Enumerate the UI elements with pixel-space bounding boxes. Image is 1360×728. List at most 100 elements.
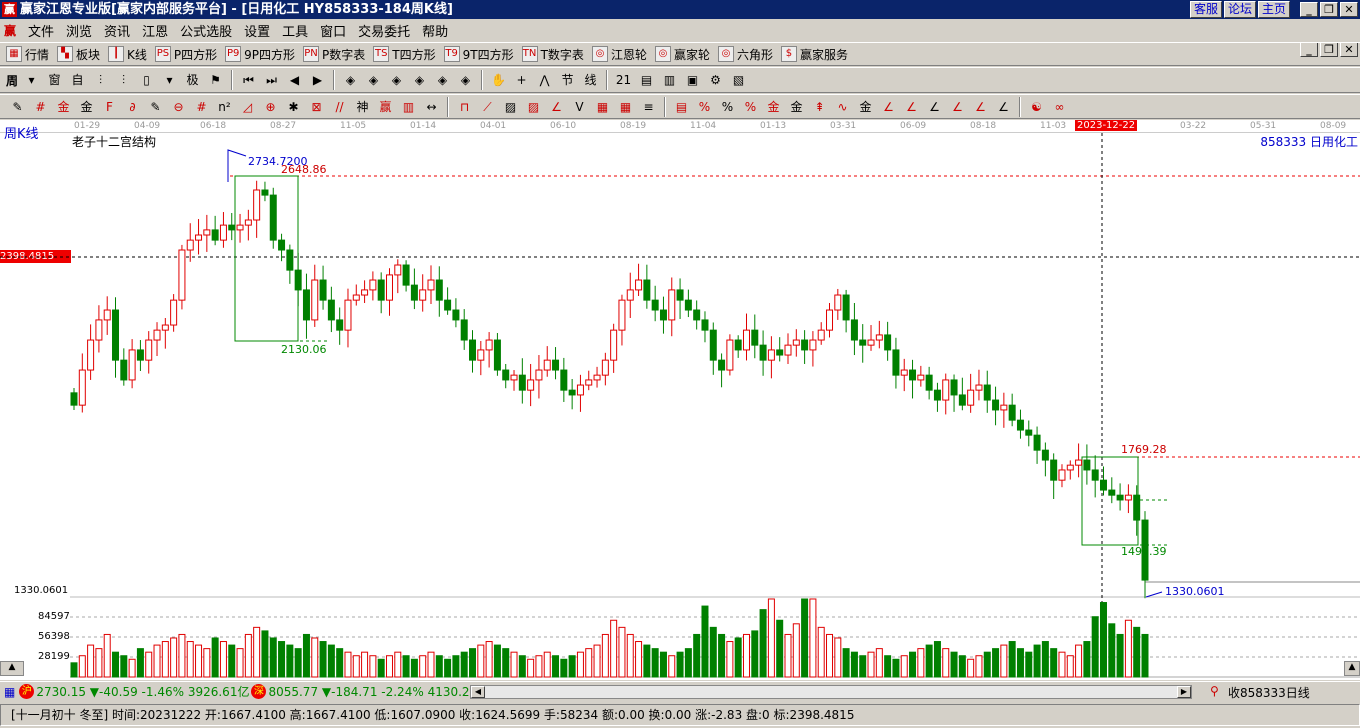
kline-chart[interactable]: 01-29 04-09 06-18 08-27 11-05 01-14 04-01 06-10… — [0, 120, 1360, 680]
yinyang-icon[interactable]: ☯ — [1028, 98, 1046, 116]
f-angle-icon[interactable]: ∠ — [903, 98, 921, 116]
table-icon[interactable]: ▤ — [673, 98, 691, 116]
toolbar-button-5[interactable]: PN P数字表 — [303, 46, 365, 63]
toolbar-button-12[interactable]: $ 赢家服务 — [780, 46, 848, 63]
target-icon[interactable]: ⊕ — [262, 98, 280, 116]
save-icon[interactable]: ▣ — [684, 71, 702, 89]
toolbar-button-3[interactable]: PS P四方形 — [154, 46, 217, 63]
lines-icon[interactable]: // — [331, 98, 349, 116]
print-icon[interactable]: ▧ — [730, 71, 748, 89]
diamond-left-icon[interactable]: ◈ — [342, 71, 360, 89]
arrow-fan-icon[interactable]: ⇞ — [811, 98, 829, 116]
chart-type-icon[interactable]: ▾ — [23, 71, 41, 89]
menu-window[interactable]: 窗口 — [314, 21, 352, 40]
gold-circle-icon[interactable]: 金 — [765, 98, 783, 116]
expand-up-button[interactable]: ▲ — [0, 661, 24, 676]
toolbar-button-10[interactable]: ◎ 赢家轮 — [654, 46, 710, 63]
wave-icon[interactable]: 线 — [582, 71, 600, 89]
gann-fan-icon[interactable]: ▨ — [525, 98, 543, 116]
period-select[interactable]: 周 — [6, 72, 18, 89]
toolbar-button-4[interactable]: P9 9P四方形 — [225, 46, 295, 63]
link-service[interactable]: 客服 — [1189, 1, 1222, 18]
weight-icon[interactable]: 窗 — [46, 71, 64, 89]
star-icon[interactable]: ✱ — [285, 98, 303, 116]
menu-settings[interactable]: 设置 — [238, 21, 276, 40]
diamond-right-icon[interactable]: ◈ — [365, 71, 383, 89]
diamond-star-icon[interactable]: ◈ — [434, 71, 452, 89]
parallel-icon[interactable]: # — [193, 98, 211, 116]
hash-icon[interactable]: # — [32, 98, 50, 116]
percent-line-icon[interactable]: % — [696, 98, 714, 116]
calculator-icon[interactable]: ▤ — [638, 71, 656, 89]
ying-angle-icon[interactable]: ∠ — [972, 98, 990, 116]
shen-angle-icon[interactable]: ∠ — [949, 98, 967, 116]
flag-icon[interactable]: ⚑ — [207, 71, 225, 89]
percent-lines-icon[interactable]: % — [742, 98, 760, 116]
toolbar-button-2[interactable]: ┃ K线 — [108, 46, 147, 63]
angle-icon[interactable]: ∠ — [548, 98, 566, 116]
ying-icon[interactable]: 赢 — [377, 98, 395, 116]
measure-icon[interactable]: ↔ — [423, 98, 441, 116]
diamond-expand-icon[interactable]: ◈ — [388, 71, 406, 89]
toolbar-button-8[interactable]: TN T数字表 — [521, 46, 584, 63]
notes-icon[interactable]: ▥ — [661, 71, 679, 89]
drop-icon[interactable]: ▾ — [161, 71, 179, 89]
stop-icon[interactable]: 极 — [184, 71, 202, 89]
gann-box-icon[interactable]: ▨ — [502, 98, 520, 116]
gold1-icon[interactable]: 金 — [55, 98, 73, 116]
section-icon[interactable]: 节 — [559, 71, 577, 89]
menu-news[interactable]: 资讯 — [98, 21, 136, 40]
calendar-icon[interactable]: 21 — [615, 71, 633, 89]
menu-gann[interactable]: 江恩 — [136, 21, 174, 40]
horizontal-scrollbar[interactable]: ◀ ▶ — [470, 685, 1192, 699]
bars9-icon[interactable]: ⫶ — [115, 71, 133, 89]
sz-index-badge[interactable]: 深 — [251, 684, 267, 699]
infinity-icon[interactable]: ∞ — [1051, 98, 1069, 116]
collapse-button[interactable]: ▲ — [1344, 661, 1360, 676]
candle-type-icon[interactable]: ▯ — [138, 71, 156, 89]
zigzag-icon[interactable]: ⋀ — [536, 71, 554, 89]
right-icon[interactable]: ▶ — [309, 71, 327, 89]
gold-lines-icon[interactable]: 金 — [788, 98, 806, 116]
left-icon[interactable]: ◀ — [286, 71, 304, 89]
fib-icon[interactable]: F — [101, 98, 119, 116]
circle-icon[interactable]: ⊖ — [170, 98, 188, 116]
toolbar-button-6[interactable]: TS T四方形 — [373, 46, 436, 63]
shen-icon[interactable]: 神 — [354, 98, 372, 116]
toolbar-button-0[interactable]: ▦ 行情 — [6, 46, 49, 63]
menu-browse[interactable]: 浏览 — [60, 21, 98, 40]
v-icon[interactable]: V — [571, 98, 589, 116]
grid3-icon[interactable]: ▦ — [617, 98, 635, 116]
box-icon[interactable]: ⊓ — [456, 98, 474, 116]
restore-button[interactable]: ❐ — [1320, 2, 1338, 17]
link-forum[interactable]: 论坛 — [1223, 1, 1256, 18]
link-home[interactable]: 主页 — [1257, 1, 1290, 18]
ray-fan-icon[interactable]: ⟋ — [479, 98, 497, 116]
last-icon[interactable]: ⏭ — [263, 71, 281, 89]
gold-bar-icon[interactable]: 金 — [857, 98, 875, 116]
toolbar-button-7[interactable]: T9 9T四方形 — [443, 46, 514, 63]
toolbar-button-9[interactable]: ◎ 江恩轮 — [591, 46, 647, 63]
find-icon[interactable]: ⚙ — [707, 71, 725, 89]
menu-file[interactable]: 文件 — [22, 21, 60, 40]
quote-list-icon[interactable]: ▦ — [4, 685, 15, 699]
square-icon[interactable]: ⊠ — [308, 98, 326, 116]
diamond-shrink-icon[interactable]: ◈ — [411, 71, 429, 89]
menu-help[interactable]: 帮助 — [416, 21, 454, 40]
scroll-right-button[interactable]: ▶ — [1177, 686, 1191, 698]
fan-icon[interactable]: ✎ — [147, 98, 165, 116]
pen-icon[interactable]: ✎ — [9, 98, 27, 116]
toolbar-button-1[interactable]: ▚ 板块 — [57, 46, 100, 63]
toolbar-button-11[interactable]: ◎ 六角形 — [717, 46, 773, 63]
slash-icon[interactable]: ≡ — [640, 98, 658, 116]
sh-index-badge[interactable]: 沪 — [19, 684, 35, 699]
close-button[interactable]: ✕ — [1340, 2, 1358, 17]
bars3-icon[interactable]: ⫶ — [92, 71, 110, 89]
triangle-icon[interactable]: ◿ — [239, 98, 257, 116]
n2-icon[interactable]: n² — [216, 98, 234, 116]
menu-trade[interactable]: 交易委托 — [352, 21, 416, 40]
menu-formula[interactable]: 公式选股 — [174, 21, 238, 40]
gold-angle-icon[interactable]: ∠ — [926, 98, 944, 116]
gold2-icon[interactable]: 金 — [78, 98, 96, 116]
diamond-vert-icon[interactable]: ◈ — [457, 71, 475, 89]
